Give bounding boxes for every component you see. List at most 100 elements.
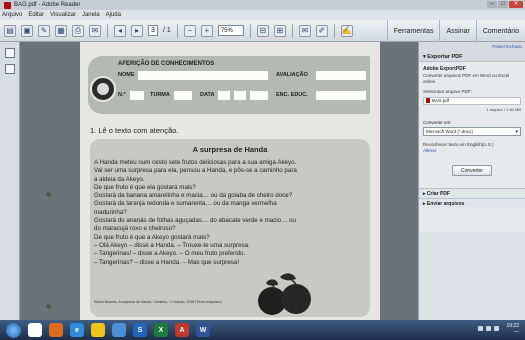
navigation-pane — [0, 42, 20, 320]
toolbar-separator — [107, 23, 108, 38]
story-line: Gostará da banana amarelinha e macia… ou… — [94, 192, 293, 200]
comment-icon[interactable]: ✉ — [298, 24, 311, 37]
tab-assinar[interactable]: Assinar — [439, 20, 475, 42]
start-button[interactable] — [6, 322, 21, 338]
binder-hole — [46, 304, 51, 309]
story-line: De que fruto é que ela gostará mais? — [94, 183, 196, 191]
taskbar-app-icon[interactable] — [112, 323, 126, 337]
taskbar-app-icon[interactable] — [49, 323, 63, 337]
maximize-button[interactable]: □ — [498, 1, 508, 8]
system-tray — [478, 326, 499, 331]
internet-explorer-icon[interactable]: e — [70, 323, 84, 337]
create-pdf-title: Criar PDF — [426, 191, 450, 197]
data-label: DATA — [200, 92, 215, 98]
export-service-title: Adobe ExportPDF — [423, 66, 466, 72]
fit-page-icon[interactable]: ⊟ — [256, 24, 269, 37]
send-files-section[interactable]: ▸ Enviar arquivos — [419, 198, 525, 208]
page-total: / 1 — [163, 27, 171, 34]
file-meta: 1 arquivo / 1.50 MB — [486, 106, 521, 112]
adobe-reader-taskbar-icon[interactable]: A — [175, 323, 189, 337]
change-language-link[interactable]: Alterar — [423, 148, 521, 153]
toolbar-separator — [333, 23, 335, 38]
story-line: – Tangerinas! – disse a Akeyo. – O meu f… — [94, 250, 246, 258]
print-icon[interactable]: ⎙ — [72, 24, 84, 37]
story-line: Gostará do ananás de folhas aguçadas… do… — [94, 217, 296, 225]
story-line: madurinha? — [94, 208, 127, 216]
window-controls: – □ ✕ — [487, 1, 523, 8]
story-line: A Handa meteu num cesto sete frutos deli… — [94, 159, 297, 166]
menu-janela[interactable]: Janela — [82, 12, 100, 18]
enc-educ-label: ENC. EDUC. — [276, 92, 308, 98]
tools-pane: Painel fechado ▾ Exportar PDF Adobe Expo… — [418, 42, 525, 320]
data-day-field — [218, 91, 230, 100]
export-pdf-header[interactable]: ▾ Exportar PDF — [419, 52, 525, 62]
pdf-page: AFERIÇÃO DE CONHECIMENTOS NOME AVALIAÇÃO… — [46, 42, 380, 320]
binder-hole — [46, 192, 51, 197]
document-viewport[interactable]: AFERIÇÃO DE CONHECIMENTOS NOME AVALIAÇÃO… — [20, 42, 418, 320]
taskbar: e S X A W 19:22 — — [0, 320, 525, 340]
data-month-field — [234, 91, 246, 100]
open-icon[interactable]: ▣ — [21, 24, 33, 37]
selected-file[interactable]: BAG.pdf — [423, 96, 521, 105]
network-icon[interactable] — [478, 326, 483, 331]
menu-editar[interactable]: Editar — [28, 12, 44, 18]
pane-top-link[interactable]: Painel fechado — [419, 42, 525, 52]
attachments-icon[interactable] — [4, 64, 15, 74]
page-thumbnails-icon[interactable] — [4, 48, 15, 58]
folder-icon[interactable] — [91, 323, 105, 337]
word-icon[interactable]: W — [196, 323, 210, 337]
zoom-in-icon[interactable]: + — [200, 24, 213, 37]
minimize-button[interactable]: – — [487, 1, 497, 8]
save-icon[interactable]: ▦ — [55, 24, 67, 37]
volume-icon[interactable] — [486, 326, 491, 331]
convert-format-select[interactable]: Microsoft Word (*.docx) — [423, 126, 521, 136]
menu-arquivo[interactable]: Arquivo — [2, 12, 22, 18]
taskbar-app-icon[interactable] — [28, 323, 42, 337]
nome-label: NOME — [118, 72, 135, 78]
fit-width-icon[interactable]: ⊞ — [273, 24, 286, 37]
student-info-header: AFERIÇÃO DE CONHECIMENTOS NOME AVALIAÇÃO… — [88, 56, 370, 114]
menu-ajuda[interactable]: Ajuda — [106, 12, 121, 18]
toolbar: ▤ ▣ ✎ ▦ ⎙ ✉ ◂ ▸ 3 / 1 − + 75% ⊟ ⊞ ✉ ✐ ✍ … — [0, 20, 525, 42]
turma-field — [174, 91, 192, 100]
numero-label: N.º — [118, 92, 126, 98]
zoom-select[interactable]: 75% — [217, 25, 244, 36]
nome-field — [138, 71, 268, 80]
story-text: A Handa meteu num cesto sete frutos deli… — [94, 159, 366, 267]
story-title: A surpresa de Handa — [192, 145, 268, 154]
highlight-icon[interactable]: ✐ — [315, 24, 328, 37]
menu-bar: Arquivo Editar Visualizar Janela Ajuda — [0, 10, 525, 20]
create-pdf-section[interactable]: ▸ Criar PDF — [419, 188, 525, 198]
tab-comentario[interactable]: Comentário — [475, 20, 525, 42]
flag-icon[interactable] — [494, 326, 499, 331]
title-bar: BAG.pdf - Adobe Reader – □ ✕ — [0, 0, 525, 10]
convert-button[interactable]: Converter — [452, 165, 492, 176]
screen: BAG.pdf - Adobe Reader – □ ✕ Arquivo Edi… — [0, 0, 525, 340]
select-file-label: Selecionar arquivo PDF: — [423, 89, 472, 94]
excel-icon[interactable]: X — [154, 323, 168, 337]
enc-educ-field — [316, 91, 366, 100]
export-description: Converter arquivos PDF em Word ou Excel … — [423, 73, 510, 84]
menu-visualizar[interactable]: Visualizar — [50, 12, 76, 18]
create-pdf-icon[interactable]: ▤ — [4, 24, 16, 37]
sign-icon[interactable]: ✍ — [340, 24, 353, 37]
toolbar-separator — [291, 23, 293, 38]
data-year-field — [250, 91, 268, 100]
tangerines-illustration — [258, 273, 311, 315]
previous-page-icon[interactable]: ◂ — [114, 24, 126, 37]
page-number-input[interactable]: 3 — [148, 25, 158, 36]
skype-icon[interactable]: S — [133, 323, 147, 337]
zoom-out-icon[interactable]: − — [183, 24, 196, 37]
avaliacao-label: AVALIAÇÃO — [276, 72, 308, 78]
story-line: do maracujá roxo e cheiroso? — [94, 225, 176, 233]
story-line: – Olá Akeyo – disse a Handa. – Trouxe-te… — [94, 241, 250, 249]
edit-icon[interactable]: ✎ — [38, 24, 50, 37]
avaliacao-field — [316, 71, 366, 80]
numero-field — [130, 91, 144, 100]
email-icon[interactable]: ✉ — [89, 24, 101, 37]
clock[interactable]: 19:22 — — [506, 323, 519, 335]
export-pdf-title: Exportar PDF — [427, 54, 463, 60]
next-page-icon[interactable]: ▸ — [131, 24, 143, 37]
tab-ferramentas[interactable]: Ferramentas — [386, 20, 440, 42]
close-button[interactable]: ✕ — [509, 1, 523, 8]
